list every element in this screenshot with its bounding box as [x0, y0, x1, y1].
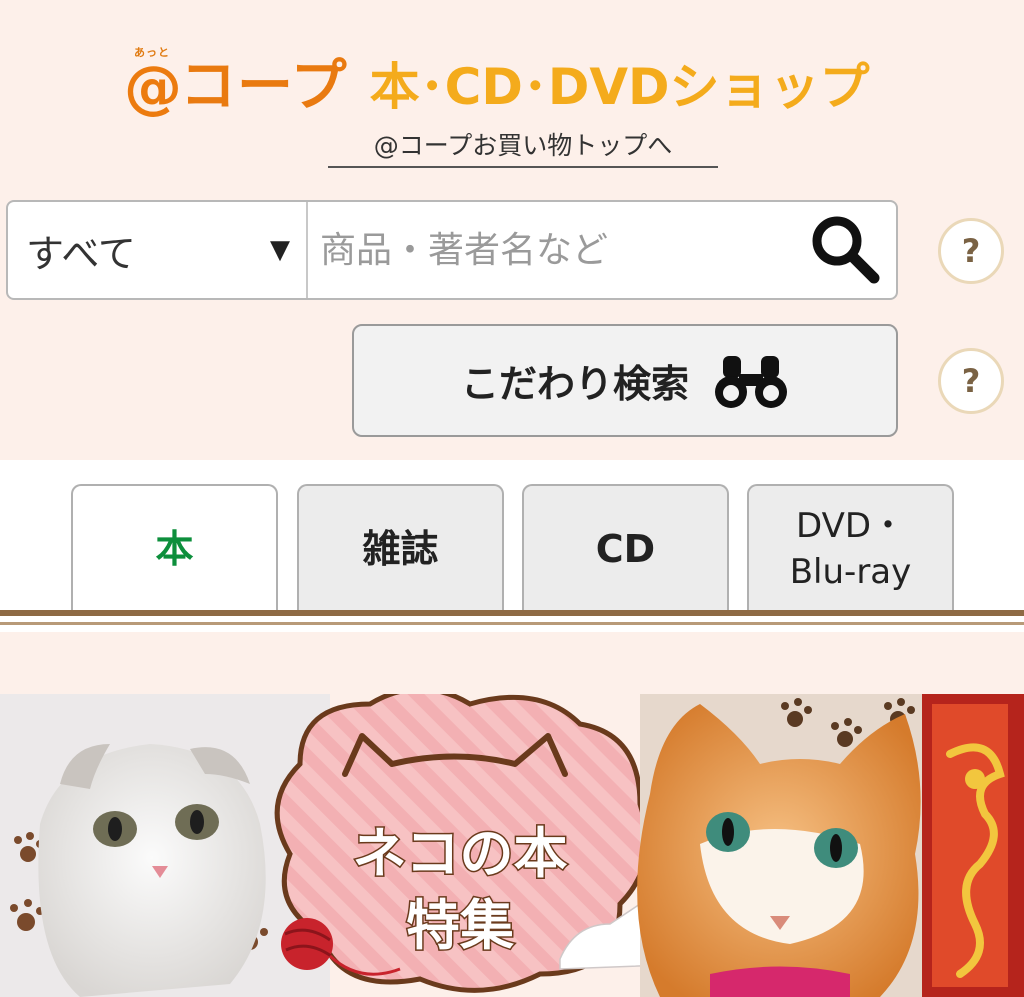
- search-input[interactable]: [308, 202, 796, 298]
- tab-dvd-bluray[interactable]: DVD・ Blu-ray: [747, 484, 954, 612]
- logo-at: @: [124, 53, 182, 121]
- banner-title-line2: 特集: [406, 894, 514, 957]
- magnifier-icon: [812, 216, 880, 284]
- category-select-value: すべて: [26, 231, 136, 276]
- tab-dvd-label: DVD・: [795, 506, 906, 546]
- logo-shop-name: 本･CD･DVDショップ: [369, 58, 870, 116]
- tab-books[interactable]: 本: [71, 484, 278, 612]
- tab-divider: [0, 610, 1024, 616]
- site-logo[interactable]: あっと @ コープ 本･CD･DVDショップ: [124, 42, 870, 122]
- search-button[interactable]: [796, 202, 896, 298]
- category-select[interactable]: すべて ▼: [8, 202, 308, 298]
- logo-at-wrap: あっと @: [124, 46, 182, 122]
- logo-coop: コープ: [180, 54, 348, 119]
- header: あっと @ コープ 本･CD･DVDショップ @コープお買い物トップへ すべて …: [0, 0, 1024, 460]
- search-box: すべて ▼: [6, 200, 898, 300]
- logo-ruby: あっと: [134, 46, 170, 59]
- advanced-search-button[interactable]: こだわり検索: [352, 324, 898, 437]
- dropdown-arrow-icon: ▼: [270, 235, 290, 265]
- advanced-search-label: こだわり検索: [460, 362, 689, 406]
- coop-shopping-top-link[interactable]: @コープお買い物トップへ: [328, 128, 718, 168]
- binoculars-icon: [715, 355, 787, 408]
- banner-illustration: ネコの本 特集: [0, 694, 1024, 997]
- tab-divider-sub: [0, 622, 1024, 625]
- banner-spacer: [0, 632, 1024, 694]
- tab-magazines[interactable]: 雑誌: [297, 484, 504, 612]
- banner-title-line1: ネコの本: [353, 822, 568, 885]
- search-help-button[interactable]: ?: [938, 218, 1004, 284]
- category-tabbar: 本 雑誌 CD DVD・ Blu-ray: [0, 460, 1024, 632]
- advanced-search-help-button[interactable]: ?: [938, 348, 1004, 414]
- tab-bluray-label: Blu-ray: [789, 552, 912, 592]
- tab-cd[interactable]: CD: [522, 484, 729, 612]
- cat-books-feature-banner[interactable]: ネコの本 特集: [0, 694, 1024, 997]
